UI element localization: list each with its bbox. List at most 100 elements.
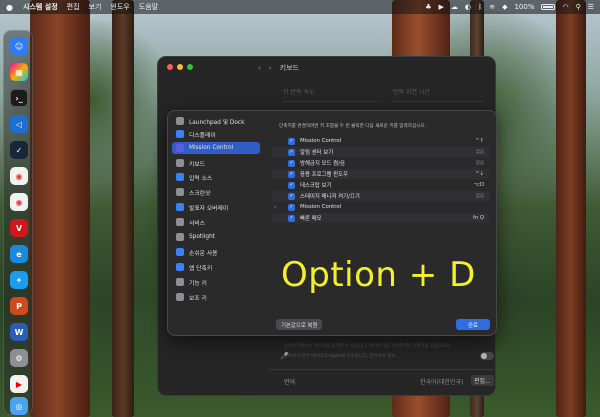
- sidebar-item-input-sources[interactable]: 입력 소스: [172, 171, 260, 183]
- dictation-description: 받아쓰기에서는 텍스트를 입력할 수 있습니다. 받아쓰기를 시작하려면 단축키…: [284, 344, 451, 349]
- youtube-icon[interactable]: ▶: [10, 375, 28, 393]
- sidebar-item-spotlight[interactable]: Spotlight: [172, 231, 260, 243]
- shortcut-key[interactable]: 없음: [476, 193, 484, 199]
- sidebar-item-accessibility[interactable]: 손쉬운 사용: [172, 246, 260, 258]
- dictation-toggle[interactable]: [480, 352, 494, 360]
- menu-window[interactable]: 윈도우: [110, 2, 129, 12]
- shortcut-checkbox[interactable]: ✓: [288, 203, 295, 211]
- tag-icon[interactable]: ◆: [502, 3, 507, 11]
- sidebar-item-function-keys[interactable]: 기능 키: [172, 276, 260, 288]
- shortcut-key[interactable]: ⌥D: [474, 182, 484, 188]
- chrome-icon[interactable]: ◉: [10, 167, 28, 185]
- shortcut-row-stage-manager[interactable]: ✓ 스테이지 매니저 켜기/끄기 없음: [272, 191, 490, 201]
- terminal-icon[interactable]: ›_: [10, 89, 28, 107]
- chrome-canary-icon[interactable]: ◉: [10, 193, 28, 211]
- safari-icon[interactable]: ✦: [10, 271, 28, 289]
- menu-edit[interactable]: 편집: [67, 2, 80, 12]
- key-repeat-label: 키 반복 속도: [283, 89, 315, 96]
- window-title: 키보드: [279, 64, 299, 72]
- menu-app-name[interactable]: 시스템 설정: [23, 2, 58, 12]
- shortcut-checkbox[interactable]: ✓: [288, 137, 295, 145]
- shortcut-key[interactable]: ^↑: [475, 138, 484, 144]
- wifi-icon[interactable]: ◠: [562, 3, 568, 11]
- shortcut-row-application-windows[interactable]: ✓ 응용 프로그램 윈도우 ^↓: [272, 169, 490, 179]
- keyboard-icon: [176, 159, 184, 167]
- shortcut-key[interactable]: 없음: [476, 149, 484, 155]
- vscode-icon[interactable]: ◁: [10, 115, 28, 133]
- language-label: 언어: [284, 379, 296, 386]
- gear-icon: [176, 218, 184, 226]
- shortcut-key[interactable]: 없음: [476, 160, 484, 166]
- battery-percent: 100%: [514, 3, 535, 11]
- menubar-status-area: ♣ ▶ ☁ ◐ ᛒ ≋ ◆ 100% ◠ ⚲ ☰: [425, 0, 594, 14]
- shortcut-checkbox[interactable]: ✓: [288, 170, 295, 178]
- powerpoint-icon[interactable]: P: [10, 297, 28, 315]
- sidebar-item-display[interactable]: 디스플레이: [172, 128, 260, 140]
- audio-icon[interactable]: ≋: [489, 3, 495, 11]
- app-icon[interactable]: ✓: [10, 141, 28, 159]
- search-icon[interactable]: ⚲: [576, 3, 581, 11]
- fn-key-icon: [176, 278, 184, 286]
- sidebar-item-presenter-overlay[interactable]: 발표자 오버레이: [172, 201, 260, 213]
- cloud-icon[interactable]: ☁: [451, 3, 458, 11]
- shortcut-key[interactable]: ^↓: [475, 171, 484, 177]
- menu-help[interactable]: 도움말: [139, 2, 158, 12]
- key-repeat-slider[interactable]: [283, 101, 378, 102]
- screenshot-icon: [176, 188, 184, 196]
- screenshot-app-icon[interactable]: ◎: [10, 397, 28, 415]
- sidebar-item-mission-control[interactable]: Mission Control: [172, 142, 260, 154]
- shortcut-row-show-desktop[interactable]: ✓ 데스크탑 보기 ⌥D: [272, 180, 490, 190]
- back-chevron-icon[interactable]: ‹: [258, 64, 261, 72]
- vivaldi-icon[interactable]: V: [10, 219, 28, 237]
- close-button[interactable]: [167, 64, 173, 70]
- tree-trunk: [112, 0, 134, 417]
- sidebar-item-screenshots[interactable]: 스크린샷: [172, 186, 260, 198]
- play-icon[interactable]: ▶: [438, 3, 443, 11]
- modifier-key-icon: [176, 293, 184, 301]
- shortcut-checkbox[interactable]: ✓: [288, 148, 295, 156]
- shortcut-key[interactable]: fn Q: [473, 215, 484, 221]
- language-edit-button[interactable]: 편집...: [471, 375, 494, 386]
- shortcut-checkbox[interactable]: ✓: [288, 181, 295, 189]
- shortcut-row-mission-control[interactable]: ✓ Mission Control ^↑: [272, 136, 490, 146]
- launchpad-icon[interactable]: ▦: [10, 63, 28, 81]
- shortcut-row-do-not-disturb[interactable]: ✓ 방해금지 모드 켬/끔 없음: [272, 158, 490, 168]
- menu-view[interactable]: 보기: [89, 2, 102, 12]
- zoom-button[interactable]: [187, 64, 193, 70]
- tree-icon[interactable]: ♣: [425, 3, 431, 11]
- word-icon[interactable]: W: [10, 323, 28, 341]
- accessibility-icon: [176, 248, 184, 256]
- shortcut-checkbox[interactable]: ✓: [288, 214, 295, 222]
- shortcut-row-notification-center[interactable]: ✓ 알림 센터 보기 없음: [272, 147, 490, 157]
- minimize-button[interactable]: [177, 64, 183, 70]
- battery-icon[interactable]: [541, 4, 556, 10]
- restore-defaults-button[interactable]: 기본값으로 복원: [276, 319, 323, 330]
- repeat-delay-slider[interactable]: [393, 101, 483, 102]
- user-icon[interactable]: ◐: [465, 3, 471, 11]
- shortcut-group-mission-control[interactable]: › ✓ Mission Control: [272, 202, 490, 212]
- control-center-icon[interactable]: ☰: [588, 3, 594, 11]
- shortcut-checkbox[interactable]: ✓: [288, 192, 295, 200]
- system-settings-icon[interactable]: ⚙: [10, 349, 28, 367]
- edge-icon[interactable]: e: [10, 245, 28, 263]
- sidebar-item-modifier-keys[interactable]: 보조 키: [172, 291, 260, 303]
- bluetooth-icon[interactable]: ᛒ: [478, 3, 482, 11]
- shortcut-row-quick-note[interactable]: ✓ 빠른 메모 fn Q: [272, 213, 490, 223]
- apple-menu-icon[interactable]: ●: [6, 3, 14, 12]
- language-value: 한국어(대한민국): [420, 379, 464, 386]
- sidebar-item-keyboard[interactable]: 키보드: [172, 157, 260, 169]
- sidebar-item-launchpad-dock[interactable]: Launchpad 및 Dock: [172, 115, 260, 127]
- finder-icon[interactable]: ☺: [10, 37, 28, 55]
- tree-trunk: [30, 0, 90, 417]
- done-button[interactable]: 완료: [456, 319, 490, 330]
- magnifier-icon: [176, 233, 184, 241]
- window-toolbar: ‹ › 키보드: [258, 59, 299, 77]
- shortcut-category-sidebar: Launchpad 및 Dock 디스플레이 Mission Control 키…: [168, 111, 263, 311]
- presenter-overlay-icon: [176, 203, 184, 211]
- sidebar-item-app-shortcuts[interactable]: 앱 단축키: [172, 261, 260, 273]
- menu-bar: ● 시스템 설정 편집 보기 윈도우 도움말 ♣ ▶ ☁ ◐ ᛒ ≋ ◆ 100…: [0, 0, 600, 14]
- sidebar-item-services[interactable]: 서비스: [172, 216, 260, 228]
- chevron-right-icon[interactable]: ›: [274, 204, 276, 211]
- shortcut-checkbox[interactable]: ✓: [288, 159, 295, 167]
- forward-chevron-icon[interactable]: ›: [269, 64, 272, 72]
